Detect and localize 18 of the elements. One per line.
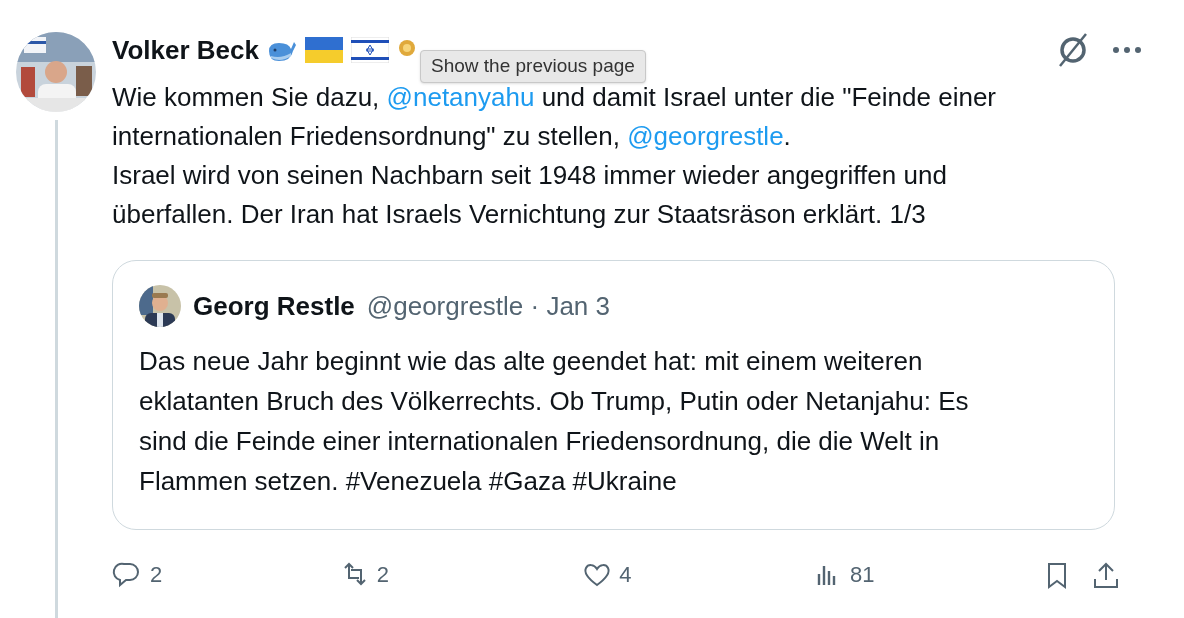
- mention-link[interactable]: @netanyahu: [386, 82, 535, 112]
- quoted-author-name: Georg Restle: [193, 289, 355, 323]
- tooltip: Show the previous page: [420, 50, 646, 83]
- more-icon[interactable]: [1112, 46, 1142, 54]
- israel-flag-icon: [350, 37, 389, 63]
- like-count: 4: [619, 561, 632, 589]
- post-text: Israel wird von seinen Nachbarn seit 1948 immer wieder angegriffen und überfallen. Der Iran hat Israels Vernichtung zur Staatsräson erklärt. 1/3: [112, 159, 948, 231]
- grok-icon[interactable]: [1056, 31, 1090, 69]
- reply-count: 2: [150, 561, 163, 589]
- views-count: 81: [850, 561, 875, 589]
- ukraine-flag-icon: [304, 37, 343, 63]
- author-name[interactable]: Volker Beck: [112, 30, 259, 70]
- quoted-post-text: Das neue Jahr beginnt wie das alte geendet hat: mit einem weiteren eklatanten Bruch des Völkerrechts. Ob Trump, Putin oder Netanjahu: Es sind die Feinde einer internationalen Friedensordnung, die die Welt in Flammen setzen. #Venezuela #Gaza #Ukraine: [139, 345, 970, 498]
- repost-count: 2: [376, 561, 389, 589]
- post-text: Wie kommen Sie dazu, @netanyahu und damit Israel unter die "Feinde einer internationalen Friedensordnung" zu stellen, @georgrestle.: [112, 81, 997, 153]
- mention-link[interactable]: @georgrestle: [627, 121, 784, 151]
- quoted-author-handle: @georgrestle · Jan 3: [366, 289, 610, 323]
- quoted-post-card[interactable]: [112, 260, 1115, 530]
